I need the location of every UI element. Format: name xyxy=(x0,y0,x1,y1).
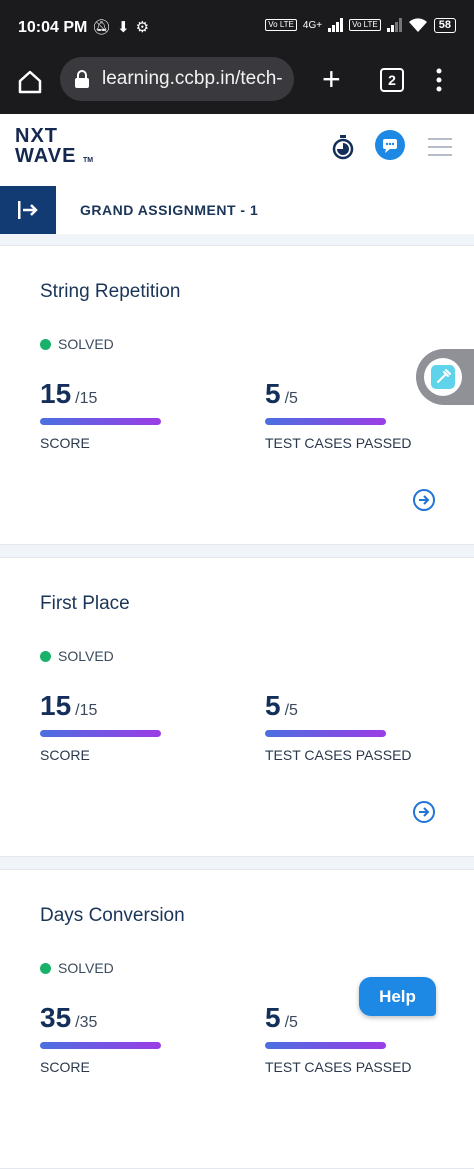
tests-progress-bar xyxy=(265,1042,386,1049)
score-label: SCORE xyxy=(40,1059,90,1075)
browser-menu-icon[interactable] xyxy=(436,68,446,97)
tests-metric: 5/5 TEST CASES PASSED xyxy=(265,378,412,451)
status-badge: SOLVED xyxy=(40,648,114,664)
tests-metric: 5/5 TEST CASES PASSED xyxy=(265,1002,412,1075)
battery-indicator: 58 xyxy=(433,17,456,33)
score-metric: 15/15 SCORE xyxy=(40,378,161,451)
tests-progress-bar xyxy=(265,418,386,425)
logo-line1: NXT xyxy=(15,125,58,147)
tests-total: /5 xyxy=(284,390,298,407)
score-metric: 35/35 SCORE xyxy=(40,1002,161,1075)
question-card[interactable]: String Repetition SOLVED 15/15 SCORE 5/5… xyxy=(0,245,474,545)
network-type: 4G+ xyxy=(302,19,323,31)
status-system-icons: Vo LTE 4G+ Vo LTE 58 xyxy=(265,17,456,33)
score-value: 35 xyxy=(40,1002,72,1033)
sidebar-toggle-button[interactable] xyxy=(0,186,56,234)
chat-icon[interactable] xyxy=(375,130,405,160)
score-metric: 15/15 SCORE xyxy=(40,690,161,763)
tests-metric: 5/5 TEST CASES PASSED xyxy=(265,690,412,763)
tests-total: /5 xyxy=(284,702,298,719)
hamburger-menu-icon[interactable] xyxy=(428,138,452,162)
question-card[interactable]: First Place SOLVED 15/15 SCORE 5/5 TEST … xyxy=(0,557,474,857)
score-total: /15 xyxy=(75,702,98,719)
address-bar[interactable]: learning.ccbp.in/tech- xyxy=(60,57,294,101)
tests-progress-bar xyxy=(265,730,386,737)
status-text: SOLVED xyxy=(58,336,114,352)
muted-bell-icon: 🔕︎ xyxy=(92,19,112,36)
color-picker-icon xyxy=(431,365,455,389)
tests-value: 5 xyxy=(265,378,281,409)
score-value: 15 xyxy=(40,378,72,409)
score-total: /35 xyxy=(75,1014,98,1031)
score-value: 15 xyxy=(40,690,72,721)
question-title: First Place xyxy=(40,593,130,614)
nxtwave-logo[interactable]: NXT WAVE TM xyxy=(15,126,93,171)
page-title: GRAND ASSIGNMENT - 1 xyxy=(80,202,259,218)
solved-dot-icon xyxy=(40,962,51,974)
status-bar: 10:04 PM 🔕︎ ⬇︎ ⚙︎ Vo LTE 4G+ Vo LTE 58 xyxy=(0,0,474,56)
expand-sidebar-icon xyxy=(18,201,38,219)
question-title: String Repetition xyxy=(40,281,181,302)
status-badge: SOLVED xyxy=(40,336,114,352)
solved-dot-icon xyxy=(40,650,51,662)
home-icon[interactable] xyxy=(16,68,44,96)
score-total: /15 xyxy=(75,390,98,407)
tab-switcher-button[interactable]: 2 xyxy=(380,68,404,92)
floating-tool-button[interactable] xyxy=(416,349,474,405)
tests-label: TEST CASES PASSED xyxy=(265,1059,412,1075)
floating-tool-inner xyxy=(424,358,462,396)
status-text: SOLVED xyxy=(58,648,114,664)
stopwatch-icon[interactable] xyxy=(331,134,355,160)
status-badge: SOLVED xyxy=(40,960,114,976)
settings-gear-icon: ⚙︎ xyxy=(135,19,150,36)
tests-label: TEST CASES PASSED xyxy=(265,747,412,763)
url-text: learning.ccbp.in/tech- xyxy=(102,68,283,89)
wifi-icon xyxy=(408,18,427,32)
score-label: SCORE xyxy=(40,435,90,451)
question-title: Days Conversion xyxy=(40,905,185,926)
open-question-arrow-icon[interactable] xyxy=(413,489,435,511)
assignment-title-bar: GRAND ASSIGNMENT - 1 xyxy=(0,186,474,234)
download-icon: ⬇︎ xyxy=(117,19,130,36)
logo-line2: WAVE xyxy=(15,145,77,167)
app-header: NXT WAVE TM xyxy=(0,114,474,187)
score-progress-bar xyxy=(40,418,161,425)
open-question-arrow-icon[interactable] xyxy=(413,801,435,823)
volte-icon: Vo LTE xyxy=(265,19,297,31)
tests-total: /5 xyxy=(284,1014,298,1031)
tests-value: 5 xyxy=(265,690,281,721)
new-tab-plus-icon[interactable]: + xyxy=(322,63,341,95)
question-card[interactable]: Days Conversion SOLVED 35/35 SCORE 5/5 T… xyxy=(0,869,474,1169)
signal-icon-2 xyxy=(386,18,402,32)
help-button[interactable]: Help xyxy=(359,977,436,1016)
signal-icon xyxy=(328,18,344,32)
status-time: 10:04 PM xyxy=(18,19,88,36)
logo-tm: TM xyxy=(82,157,94,164)
tests-value: 5 xyxy=(265,1002,281,1033)
score-progress-bar xyxy=(40,730,161,737)
status-text: SOLVED xyxy=(58,960,114,976)
solved-dot-icon xyxy=(40,338,51,350)
lock-icon xyxy=(75,70,89,88)
browser-toolbar: learning.ccbp.in/tech- + 2 xyxy=(0,56,474,114)
score-label: SCORE xyxy=(40,747,90,763)
status-notification-icons: 🔕︎ ⬇︎ ⚙︎ xyxy=(92,18,149,36)
score-progress-bar xyxy=(40,1042,161,1049)
tests-label: TEST CASES PASSED xyxy=(265,435,412,451)
volte-icon-2: Vo LTE xyxy=(349,19,381,31)
